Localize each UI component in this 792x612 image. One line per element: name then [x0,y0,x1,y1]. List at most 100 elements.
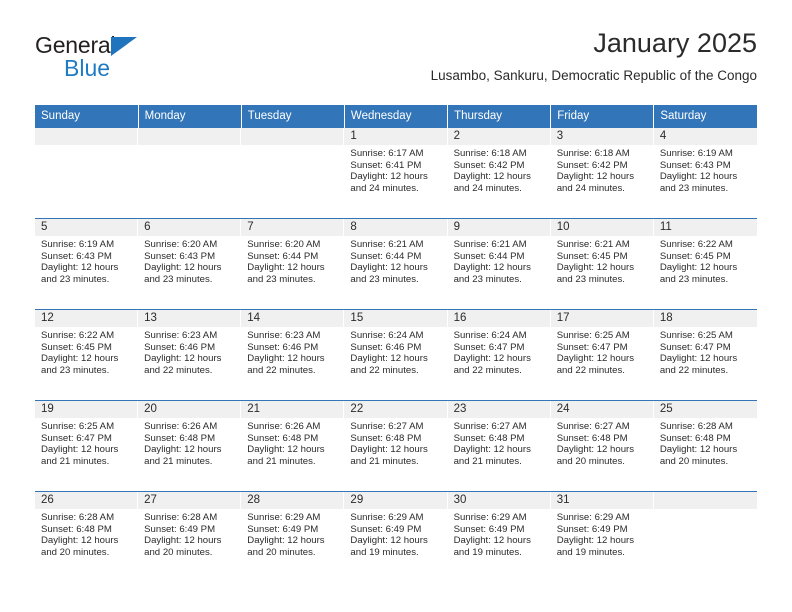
page-header: General Blue January 2025 Lusambo, Sanku… [35,26,757,98]
daylight-text: Daylight: 12 hours [247,353,325,365]
day-details: Sunrise: 6:23 AM Sunset: 6:46 PM Daylight:… [138,327,241,376]
day-number: 21 [241,401,345,418]
sunrise-text: Sunrise: 6:25 AM [41,421,115,432]
daylight-text: Daylight: 12 hours [659,171,738,183]
daylight-text: and 22 minutes. [144,364,213,376]
day-details: Sunrise: 6:21 AM Sunset: 6:44 PM Daylight:… [448,236,551,285]
day-details: Sunrise: 6:20 AM Sunset: 6:43 PM Daylight:… [138,236,241,285]
sunset-text: Sunset: 6:49 PM [453,523,525,535]
daylight-text: Daylight: 12 hours [144,535,222,547]
calendar-day-cell[interactable]: 23 Sunrise: 6:27 AM Sunset: 6:48 PM Dayligh… [447,400,551,492]
day-details: Sunrise: 6:23 AM Sunset: 6:46 PM Daylight:… [241,327,344,376]
weekday-header-saturday: Saturday [653,105,757,128]
weekday-header-monday: Monday [138,105,242,128]
calendar-day-cell[interactable]: 30 Sunrise: 6:29 AM Sunset: 6:49 PM Dayligh… [447,491,551,582]
day-cell-inner: 26 Sunrise: 6:28 AM Sunset: 6:48 PM Dayligh… [35,492,139,582]
day-cell-inner: 18 Sunrise: 6:25 AM Sunset: 6:47 PM Dayligh… [653,310,757,400]
calendar-day-cell[interactable]: 10 Sunrise: 6:21 AM Sunset: 6:45 PM Dayligh… [550,218,654,310]
calendar-day-cell[interactable]: 11 Sunrise: 6:22 AM Sunset: 6:45 PM Dayligh… [653,218,757,310]
sunset-text: Sunset: 6:47 PM [556,341,628,353]
sunset-text: Sunset: 6:49 PM [247,523,319,535]
sunset-text: Sunset: 6:47 PM [41,432,112,444]
calendar-day-cell[interactable]: 6 Sunrise: 6:20 AM Sunset: 6:43 PM Daylight… [138,218,242,310]
weekday-header-friday: Friday [550,105,655,128]
sunrise-text: Sunrise: 6:27 AM [556,421,630,432]
day-cell-inner: 21 Sunrise: 6:26 AM Sunset: 6:48 PM Dayligh… [241,401,345,491]
sunrise-text: Sunrise: 6:20 AM [144,239,218,250]
sunrise-text: Sunrise: 6:18 AM [556,148,630,159]
sunset-text: Sunset: 6:43 PM [659,159,731,171]
calendar-day-cell[interactable]: 29 Sunrise: 6:29 AM Sunset: 6:49 PM Dayligh… [344,491,448,582]
calendar-day-cell[interactable]: 25 Sunrise: 6:28 AM Sunset: 6:48 PM Dayligh… [653,400,757,492]
calendar-day-cell[interactable]: 21 Sunrise: 6:26 AM Sunset: 6:48 PM Dayligh… [241,400,345,492]
calendar-day-cell[interactable]: 1 Sunrise: 6:17 AM Sunset: 6:41 PM Daylight… [344,128,448,219]
sunset-text: Sunset: 6:49 PM [556,523,628,535]
calendar-week-row: 5 Sunrise: 6:19 AM Sunset: 6:43 PM Daylight… [35,218,757,310]
sunset-text: Sunset: 6:46 PM [247,341,319,353]
day-details: Sunrise: 6:18 AM Sunset: 6:42 PM Daylight:… [551,145,654,194]
daylight-text: Daylight: 12 hours [453,353,531,365]
day-cell-inner: 12 Sunrise: 6:22 AM Sunset: 6:45 PM Dayligh… [35,310,139,400]
day-number: 30 [447,492,551,509]
daylight-text: and 24 minutes. [350,182,419,194]
calendar-day-cell[interactable]: 26 Sunrise: 6:28 AM Sunset: 6:48 PM Dayligh… [35,491,139,582]
day-details: Sunrise: 6:21 AM Sunset: 6:44 PM Daylight:… [344,236,447,285]
day-details: Sunrise: 6:19 AM Sunset: 6:43 PM Daylight:… [35,236,138,285]
calendar-week-row: 26 Sunrise: 6:28 AM Sunset: 6:48 PM Dayligh… [35,491,757,582]
calendar-day-cell[interactable]: 24 Sunrise: 6:27 AM Sunset: 6:48 PM Dayligh… [550,400,654,492]
day-number: 10 [550,219,654,236]
sunset-text: Sunset: 6:47 PM [659,341,731,353]
sunset-text: Sunset: 6:44 PM [453,250,525,262]
calendar-day-cell[interactable]: 13 Sunrise: 6:23 AM Sunset: 6:46 PM Dayligh… [138,309,242,401]
daylight-text: Daylight: 12 hours [453,262,531,274]
calendar-day-cell[interactable]: 9 Sunrise: 6:21 AM Sunset: 6:44 PM Daylight… [447,218,551,310]
calendar-day-cell[interactable]: 12 Sunrise: 6:22 AM Sunset: 6:45 PM Dayligh… [35,309,139,401]
daylight-text: and 23 minutes. [41,364,110,376]
calendar-day-cell[interactable]: 28 Sunrise: 6:29 AM Sunset: 6:49 PM Dayligh… [241,491,345,582]
calendar-day-cell[interactable]: 17 Sunrise: 6:25 AM Sunset: 6:47 PM Dayligh… [550,309,654,401]
calendar-day-cell[interactable]: 5 Sunrise: 6:19 AM Sunset: 6:43 PM Daylight… [35,218,139,310]
calendar-day-cell[interactable]: 2 Sunrise: 6:18 AM Sunset: 6:42 PM Daylight… [447,128,551,219]
sunset-text: Sunset: 6:49 PM [144,523,216,535]
calendar-day-cell[interactable]: 3 Sunrise: 6:18 AM Sunset: 6:42 PM Daylight… [550,128,654,219]
daylight-text: Daylight: 12 hours [453,171,531,183]
calendar-day-cell[interactable]: 19 Sunrise: 6:25 AM Sunset: 6:47 PM Dayligh… [35,400,139,492]
calendar-day-cell[interactable]: 20 Sunrise: 6:26 AM Sunset: 6:48 PM Dayligh… [138,400,242,492]
calendar-day-cell[interactable]: 27 Sunrise: 6:28 AM Sunset: 6:49 PM Dayligh… [138,491,242,582]
daylight-text: Daylight: 12 hours [144,353,222,365]
day-details: Sunrise: 6:28 AM Sunset: 6:48 PM Daylight:… [654,418,757,467]
sunrise-text: Sunrise: 6:18 AM [453,148,527,159]
calendar-day-cell[interactable]: 4 Sunrise: 6:19 AM Sunset: 6:43 PM Daylight… [653,128,757,219]
sunset-text: Sunset: 6:47 PM [453,341,525,353]
day-number: 28 [241,492,345,509]
day-number: 9 [447,219,551,236]
daylight-text: Daylight: 12 hours [350,171,428,183]
day-number: 1 [344,128,448,145]
calendar-day-cell[interactable]: 7 Sunrise: 6:20 AM Sunset: 6:44 PM Daylight… [241,218,345,310]
sunrise-text: Sunrise: 6:22 AM [41,330,115,341]
day-details: Sunrise: 6:25 AM Sunset: 6:47 PM Daylight:… [654,327,757,376]
daylight-text: and 22 minutes. [453,364,522,376]
sunset-text: Sunset: 6:46 PM [350,341,422,353]
day-cell-inner: 5 Sunrise: 6:19 AM Sunset: 6:43 PM Daylight… [35,219,139,309]
calendar-day-cell[interactable]: 31 Sunrise: 6:29 AM Sunset: 6:49 PM Dayligh… [550,491,654,582]
calendar-day-cell[interactable]: 8 Sunrise: 6:21 AM Sunset: 6:44 PM Daylight… [344,218,448,310]
calendar-day-cell[interactable]: 15 Sunrise: 6:24 AM Sunset: 6:46 PM Dayligh… [344,309,448,401]
daylight-text: and 21 minutes. [247,455,316,467]
daylight-text: and 19 minutes. [556,546,625,558]
day-details: Sunrise: 6:28 AM Sunset: 6:48 PM Daylight:… [35,509,138,558]
logo-triangle-icon [111,37,137,56]
calendar-day-cell[interactable]: 14 Sunrise: 6:23 AM Sunset: 6:46 PM Dayligh… [241,309,345,401]
day-details: Sunrise: 6:25 AM Sunset: 6:47 PM Daylight:… [551,327,654,376]
sunrise-text: Sunrise: 6:29 AM [453,512,527,523]
day-details: Sunrise: 6:24 AM Sunset: 6:46 PM Daylight:… [344,327,447,376]
calendar-day-cell[interactable]: 16 Sunrise: 6:24 AM Sunset: 6:47 PM Dayligh… [447,309,551,401]
day-cell-inner: 20 Sunrise: 6:26 AM Sunset: 6:48 PM Dayligh… [138,401,242,491]
calendar-day-cell[interactable]: 18 Sunrise: 6:25 AM Sunset: 6:47 PM Dayligh… [653,309,757,401]
daylight-text: and 20 minutes. [41,546,110,558]
daylight-text: Daylight: 12 hours [144,262,222,274]
day-details: Sunrise: 6:22 AM Sunset: 6:45 PM Daylight:… [654,236,757,285]
calendar-day-cell[interactable]: 22 Sunrise: 6:27 AM Sunset: 6:48 PM Dayligh… [344,400,448,492]
calendar-header-row: Sunday Monday Tuesday Wednesday Thursday Frid… [35,105,757,128]
daylight-text: and 23 minutes. [247,273,316,285]
